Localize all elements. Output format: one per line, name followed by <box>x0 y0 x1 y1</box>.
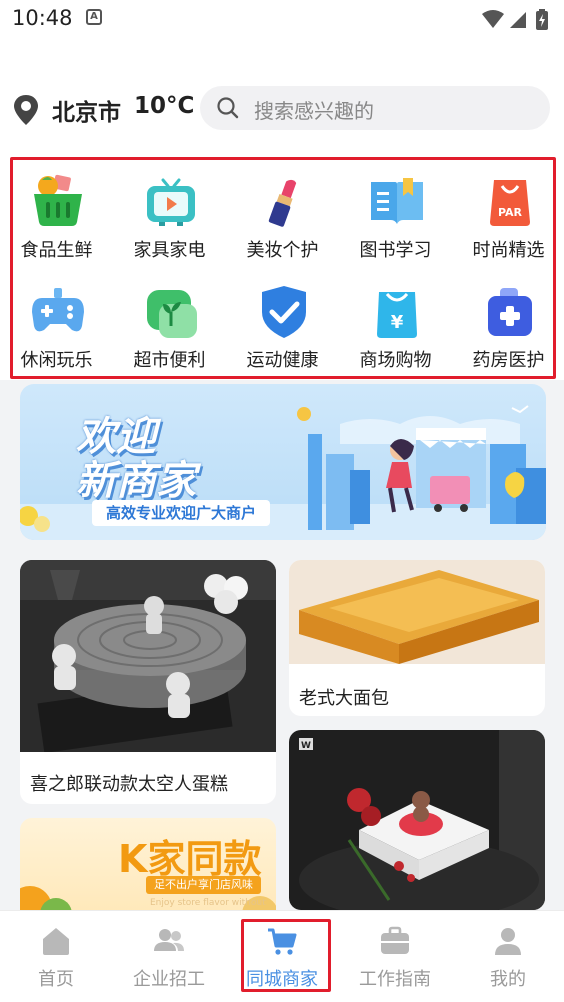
product-image <box>289 560 545 664</box>
welcome-banner[interactable]: 欢迎 新商家 高效专业欢迎广大商户 <box>20 384 546 540</box>
product-image <box>20 560 276 752</box>
banner-title-line2: 新商家 <box>76 458 196 504</box>
tab-label: 我的 <box>490 969 526 990</box>
product-card[interactable]: W <box>289 730 545 910</box>
tab-work-guide[interactable]: 工作指南 <box>339 911 451 1002</box>
product-title: 喜之郎联动款太空人蛋糕 <box>30 774 228 795</box>
product-title: 老式大面包 <box>299 688 389 709</box>
promo-tagline: 足不出户享门店风味 <box>146 876 261 894</box>
status-icons <box>480 8 552 36</box>
a-icon: A <box>86 9 102 25</box>
promo-title: K家同款 <box>118 837 262 881</box>
tab-me[interactable]: 我的 <box>452 911 564 1002</box>
product-image: W <box>289 730 545 910</box>
product-card[interactable]: 老式大面包 <box>289 560 545 716</box>
promo-tagline-en: Enjoy store flavor without <box>150 898 266 908</box>
wifi-icon <box>482 10 504 28</box>
tab-label: 首页 <box>38 969 74 990</box>
profile-icon <box>495 928 521 955</box>
tab-home[interactable]: 首页 <box>0 911 112 1002</box>
status-time: 10:48 <box>12 6 73 30</box>
search-input[interactable]: 搜索感兴趣的 <box>200 86 550 130</box>
tab-label: 企业招工 <box>133 969 205 990</box>
home-icon <box>43 928 69 955</box>
header: 北京市 10°C 搜索感兴趣的 <box>0 40 564 148</box>
search-icon <box>217 97 239 119</box>
battery-charging-icon <box>536 9 548 30</box>
temperature: 10°C <box>134 93 195 119</box>
briefcase-icon <box>381 926 409 954</box>
product-card[interactable]: 喜之郎联动款太空人蛋糕 <box>20 560 276 804</box>
search-placeholder: 搜索感兴趣的 <box>254 99 374 123</box>
status-bar: 10:48 A <box>0 0 564 40</box>
signal-icon <box>510 12 526 28</box>
city-name[interactable]: 北京市 <box>52 93 121 127</box>
highlight-frame <box>241 919 331 992</box>
location-pin-icon[interactable] <box>12 93 40 127</box>
svg-text:W: W <box>301 741 311 751</box>
users-icon <box>154 929 184 951</box>
tab-recruit[interactable]: 企业招工 <box>113 911 225 1002</box>
promo-card[interactable]: K家同款 足不出户享门店风味 Enjoy store flavor withou… <box>20 818 276 918</box>
tab-label: 工作指南 <box>359 969 431 990</box>
banner-subtitle: 高效专业欢迎广大商户 <box>92 500 271 526</box>
highlight-frame <box>10 157 556 379</box>
